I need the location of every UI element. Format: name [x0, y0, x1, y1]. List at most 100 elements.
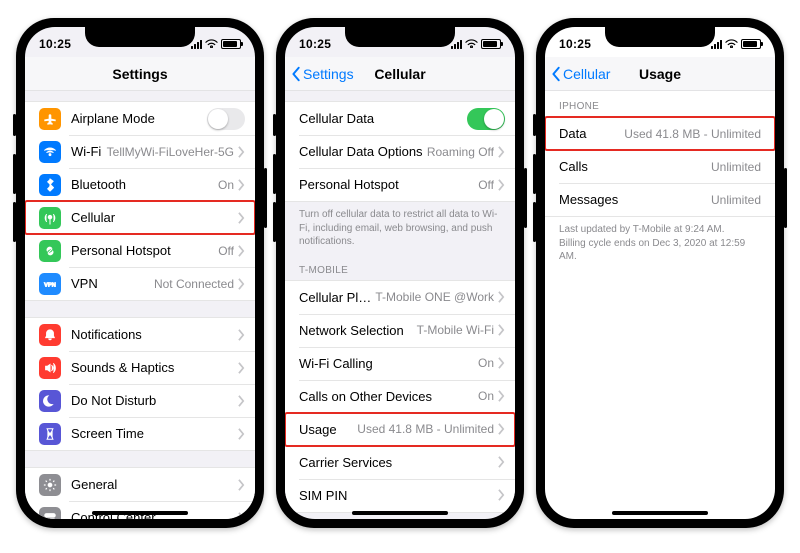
page-title: Settings	[112, 66, 167, 82]
row-cplans[interactable]: Cellular PlansT-Mobile ONE @Work	[285, 281, 515, 314]
home-indicator[interactable]	[612, 511, 708, 515]
row-usage[interactable]: UsageUsed 41.8 MB - Unlimited	[285, 413, 515, 446]
row-wifi[interactable]: Wi-FiTellMyWi-FiLoveHer-5G	[25, 135, 255, 168]
row-csvc[interactable]: Carrier Services	[285, 446, 515, 479]
wifi-icon	[39, 141, 61, 163]
row-hotspot[interactable]: Personal HotspotOff	[25, 234, 255, 267]
row-label: Personal Hotspot	[299, 177, 478, 192]
gear-icon	[39, 474, 61, 496]
row-label: VPN	[71, 276, 154, 291]
row-label: Calls	[559, 159, 711, 174]
back-button[interactable]: Settings	[291, 66, 354, 82]
battery-icon	[741, 39, 761, 49]
row-data[interactable]: DataUsed 41.8 MB - Unlimited	[545, 117, 775, 150]
settings-list: DataUsed 41.8 MB - UnlimitedCallsUnlimit…	[545, 116, 775, 217]
back-label: Settings	[303, 66, 354, 82]
row-general[interactable]: General	[25, 468, 255, 501]
back-label: Cellular	[563, 66, 610, 82]
row-label: Cellular Plans	[299, 290, 375, 305]
vpn-icon: VPN	[39, 273, 61, 295]
page-title: Cellular	[374, 66, 425, 82]
row-label: General	[71, 477, 238, 492]
bell-icon	[39, 324, 61, 346]
row-cod[interactable]: Calls on Other DevicesOn	[285, 380, 515, 413]
row-screentime[interactable]: Screen Time	[25, 417, 255, 450]
row-label: Messages	[559, 192, 711, 207]
row-simpin[interactable]: SIM PIN	[285, 479, 515, 512]
row-label: Calls on Other Devices	[299, 389, 478, 404]
hourglass-icon	[39, 423, 61, 445]
row-value: On	[478, 389, 494, 403]
status-time: 10:25	[299, 37, 331, 51]
row-cellular[interactable]: Cellular	[25, 201, 255, 234]
settings-list: Cellular PlansT-Mobile ONE @WorkNetwork …	[285, 280, 515, 513]
settings-list: Notifications Sounds & Haptics Do Not Dist…	[25, 317, 255, 451]
wifi-icon	[205, 39, 218, 49]
row-msgs[interactable]: MessagesUnlimited	[545, 183, 775, 216]
row-label: Wi-Fi	[71, 144, 107, 159]
row-value: Used 41.8 MB - Unlimited	[624, 127, 761, 141]
row-sound[interactable]: Sounds & Haptics	[25, 351, 255, 384]
row-label: Screen Time	[71, 426, 238, 441]
status-time: 10:25	[559, 37, 591, 51]
row-dnd[interactable]: Do Not Disturb	[25, 384, 255, 417]
group-footer: Turn off cellular data to restrict all d…	[285, 202, 515, 249]
row-notif[interactable]: Notifications	[25, 318, 255, 351]
row-label: Notifications	[71, 327, 238, 342]
row-vpn[interactable]: VPNVPNNot Connected	[25, 267, 255, 300]
status-time: 10:25	[39, 37, 71, 51]
group-footer: Last updated by T-Mobile at 9:24 AM.Bill…	[545, 217, 775, 264]
row-php[interactable]: Personal HotspotOff	[285, 168, 515, 201]
back-button[interactable]: Cellular	[551, 66, 610, 82]
row-cc[interactable]: Control Center	[25, 501, 255, 519]
row-value: T-Mobile ONE @Work	[375, 290, 494, 304]
row-netsel[interactable]: Network SelectionT-Mobile Wi-Fi	[285, 314, 515, 347]
row-value: Unlimited	[711, 193, 761, 207]
phone-cellular: 10:25 Settings Cellular Cellular Data Cel…	[276, 18, 524, 528]
page-title: Usage	[639, 66, 681, 82]
nav-bar: Settings Cellular	[285, 57, 515, 91]
row-value: Off	[218, 244, 234, 258]
wifi-icon	[725, 39, 738, 49]
row-bt[interactable]: BluetoothOn	[25, 168, 255, 201]
row-value: TellMyWi-FiLoveHer-5G	[107, 145, 234, 159]
row-label: Carrier Services	[299, 455, 498, 470]
row-label: Network Selection	[299, 323, 417, 338]
row-label: Cellular Data	[299, 111, 467, 126]
row-value: Off	[478, 178, 494, 192]
row-label: Bluetooth	[71, 177, 218, 192]
row-value: Not Connected	[154, 277, 234, 291]
row-label: Cellular	[71, 210, 238, 225]
row-label: SIM PIN	[299, 488, 498, 503]
row-cdata[interactable]: Cellular Data	[285, 102, 515, 135]
row-value: Unlimited	[711, 160, 761, 174]
row-label: Personal Hotspot	[71, 243, 218, 258]
row-cdopt[interactable]: Cellular Data OptionsRoaming Off	[285, 135, 515, 168]
nav-bar: Settings	[25, 57, 255, 91]
row-calls[interactable]: CallsUnlimited	[545, 150, 775, 183]
toggle[interactable]	[207, 108, 245, 130]
row-airplane[interactable]: Airplane Mode	[25, 102, 255, 135]
row-label: Sounds & Haptics	[71, 360, 238, 375]
group-header: T-Mobile	[285, 265, 515, 280]
speaker-icon	[39, 357, 61, 379]
row-value: On	[218, 178, 234, 192]
home-indicator[interactable]	[352, 511, 448, 515]
row-value: Used 41.8 MB - Unlimited	[357, 422, 494, 436]
toggle[interactable]	[467, 108, 505, 130]
bt-icon	[39, 174, 61, 196]
row-label: Cellular Data Options	[299, 144, 427, 159]
moon-icon	[39, 390, 61, 412]
row-value: Roaming Off	[427, 145, 494, 159]
row-label: Wi-Fi Calling	[299, 356, 478, 371]
home-indicator[interactable]	[92, 511, 188, 515]
row-label: Usage	[299, 422, 357, 437]
row-label: Do Not Disturb	[71, 393, 238, 408]
row-value: On	[478, 356, 494, 370]
wifi-icon	[465, 39, 478, 49]
battery-icon	[221, 39, 241, 49]
row-wfc[interactable]: Wi-Fi CallingOn	[285, 347, 515, 380]
svg-text:VPN: VPN	[44, 282, 56, 288]
row-label: Data	[559, 126, 624, 141]
switches-icon	[39, 507, 61, 520]
